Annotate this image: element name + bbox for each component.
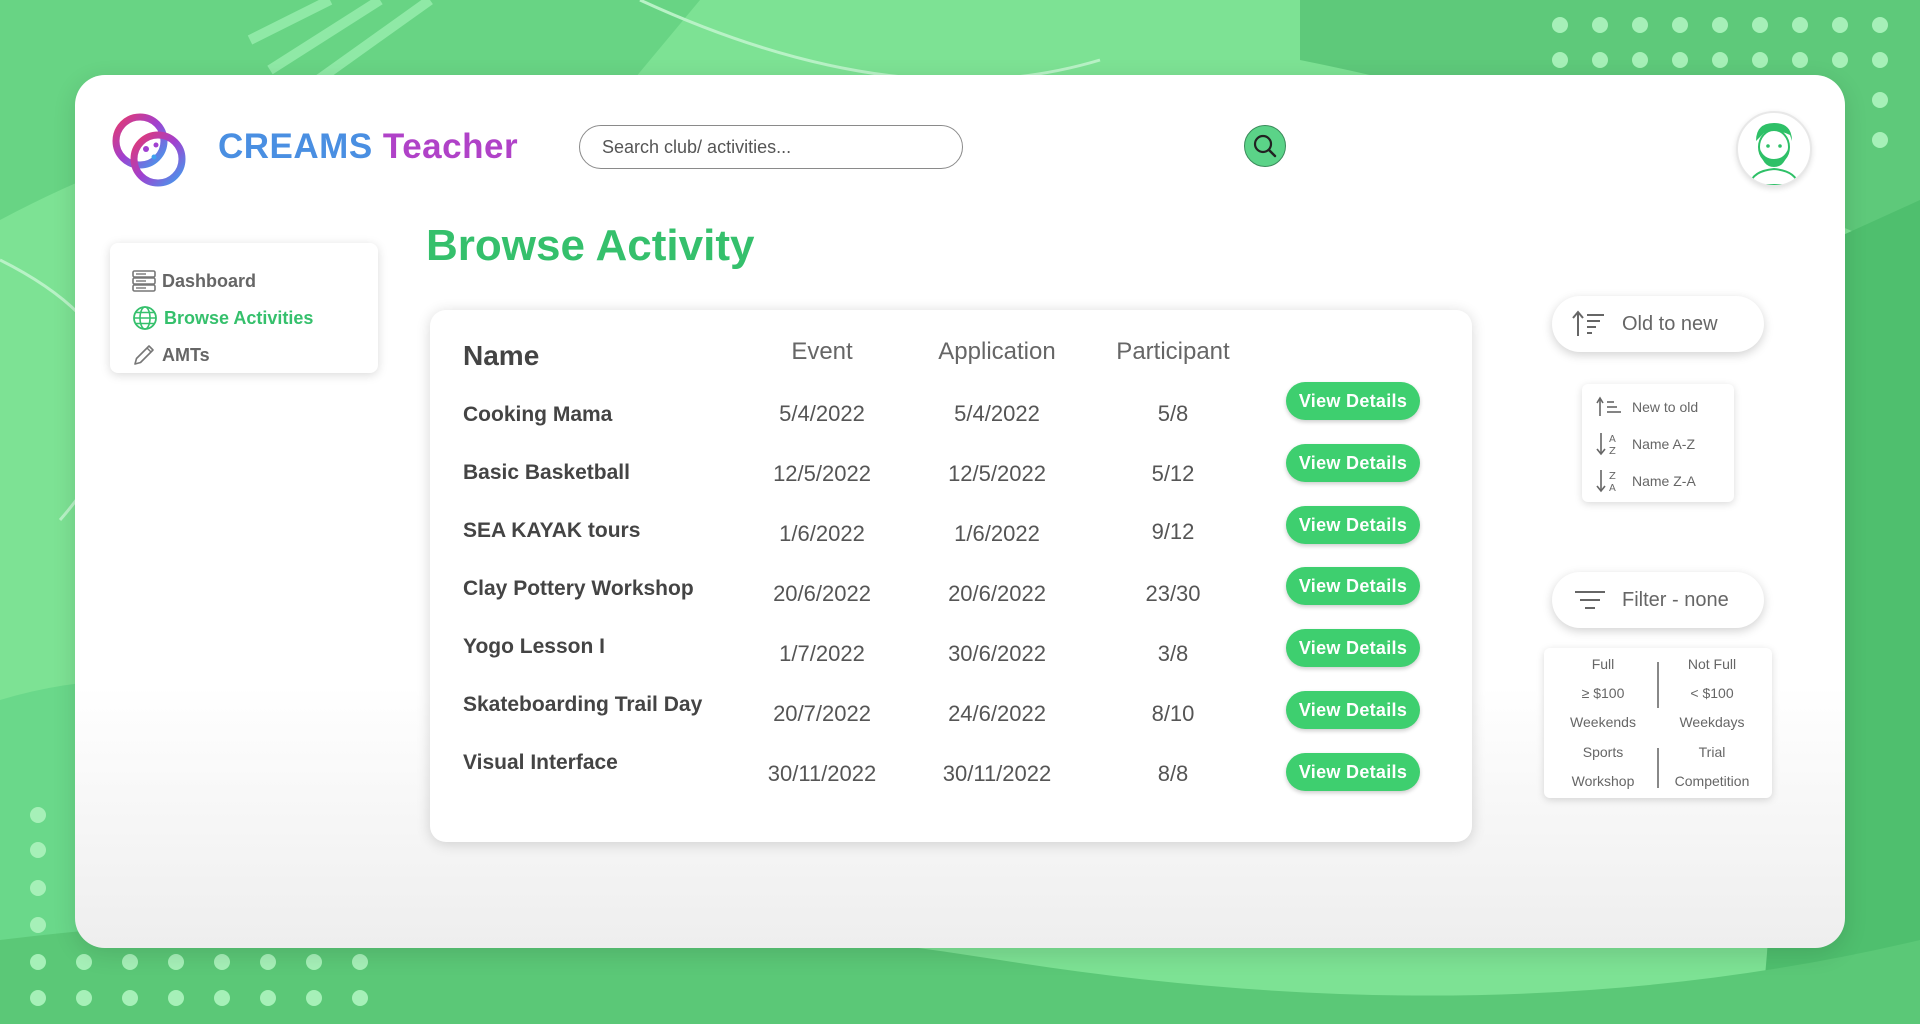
server-icon [132,270,156,292]
event-date: 5/4/2022 [779,401,865,426]
application-date: 24/6/2022 [948,701,1046,726]
filter-option-competition[interactable]: Competition [1675,773,1750,789]
activity-name: Clay Pottery Workshop [463,577,694,600]
filter-option-over-100[interactable]: ≥ $100 [1582,685,1625,701]
application-date: 1/6/2022 [954,521,1040,546]
sidebar-item-label: AMTs [162,344,210,365]
globe-icon [133,306,157,330]
brand-role: Teacher [382,127,519,166]
main-card: CREAMS Teacher Dashbo [75,75,1845,948]
search-button[interactable] [1244,125,1286,167]
activity-name: Yogo Lesson I [463,635,605,658]
search-icon [1253,134,1277,158]
filter-option-trial[interactable]: Trial [1699,744,1726,760]
sidebar-item-label: Dashboard [162,270,257,291]
brand-name: CREAMS [218,127,373,166]
filter-icon [1575,591,1605,609]
pencil-icon [134,345,154,365]
sort-current-label: Old to new [1622,312,1718,335]
sort-option-name-z-a[interactable]: Z A Name Z-A [1596,466,1696,496]
participant-count: 9/12 [1151,519,1195,544]
filter-current-label: Filter - none [1622,588,1729,611]
participant-count: 5/12 [1151,461,1195,486]
activity-name: SEA KAYAK tours [463,519,641,542]
view-details-button[interactable]: View Details [1286,691,1420,729]
application-date: 5/4/2022 [954,401,1040,426]
participant-count: 23/30 [1145,581,1201,606]
filter-option-weekends[interactable]: Weekends [1570,714,1636,730]
avatar[interactable] [1736,111,1812,187]
sort-alpha-desc-icon: Z A [1596,470,1616,494]
filter-option-workshop[interactable]: Workshop [1572,773,1635,789]
application-date: 12/5/2022 [948,461,1046,486]
sort-dropdown[interactable]: Old to new [1552,296,1764,352]
user-avatar-icon [1748,123,1800,185]
view-details-button[interactable]: View Details [1286,506,1420,544]
filter-option-sports[interactable]: Sports [1583,744,1623,760]
view-details-button[interactable]: View Details [1286,753,1420,791]
sidebar-item-dashboard[interactable]: Dashboard [132,267,256,295]
svg-text:Z: Z [1609,471,1616,482]
activity-name: Basic Basketball [463,461,630,484]
event-date: 12/5/2022 [773,461,871,486]
view-details-button[interactable]: View Details [1286,382,1420,420]
event-date: 1/6/2022 [779,521,865,546]
page-title: Browse Activity [426,221,755,270]
svg-text:Z: Z [1609,446,1616,457]
event-date: 20/6/2022 [773,581,871,606]
column-header-participant: Participant [1116,338,1230,365]
sidebar: Dashboard Browse Activities AMTs [110,243,378,373]
participant-count: 8/8 [1157,761,1189,786]
participant-count: 3/8 [1157,641,1189,666]
sort-option-label: Name Z-A [1632,473,1696,489]
filter-option-not-full[interactable]: Not Full [1688,656,1736,672]
view-details-button[interactable]: View Details [1286,567,1420,605]
event-date: 30/11/2022 [767,761,877,786]
activity-name: Visual Interface [463,751,618,774]
app-brand: CREAMS Teacher [218,127,518,167]
sidebar-item-label: Browse Activities [164,307,314,328]
filter-option-under-100[interactable]: < $100 [1690,685,1733,701]
sort-option-new-to-old[interactable]: New to old [1596,392,1698,422]
sort-alpha-asc-icon: A Z [1596,433,1616,457]
activity-name: Skateboarding Trail Day [463,693,703,716]
column-header-application: Application [938,338,1056,365]
divider [1657,748,1659,788]
divider [1657,662,1659,708]
participant-count: 8/10 [1151,701,1195,726]
sort-menu: New to old A Z Name A-Z Z A Name Z-A [1582,384,1734,502]
svg-text:A: A [1609,483,1616,494]
sort-option-name-a-z[interactable]: A Z Name A-Z [1596,429,1695,459]
application-date: 20/6/2022 [948,581,1046,606]
sort-ascending-icon [1572,310,1604,336]
participant-count: 5/8 [1157,401,1189,426]
creams-logo-icon [112,113,186,187]
column-header-name: Name [463,340,540,371]
event-date: 20/7/2022 [773,701,871,726]
view-details-button[interactable]: View Details [1286,629,1420,667]
sort-option-label: New to old [1632,399,1699,415]
filter-option-weekdays[interactable]: Weekdays [1679,714,1744,730]
activity-table: Name Event Application Participant Cooki… [430,310,1472,842]
activity-name: Cooking Mama [463,403,613,426]
event-date: 1/7/2022 [779,641,865,666]
sort-descending-icon [1596,396,1621,416]
sidebar-item-amts[interactable]: AMTs [132,341,210,369]
search-input[interactable] [579,125,963,169]
application-date: 30/6/2022 [948,641,1046,666]
svg-text:A: A [1609,434,1616,445]
filter-menu: Full ≥ $100 Weekends Sports Workshop Not… [1544,648,1772,798]
view-details-button[interactable]: View Details [1286,444,1420,482]
sort-option-label: Name A-Z [1632,436,1696,452]
filter-option-full[interactable]: Full [1592,656,1615,672]
filter-dropdown[interactable]: Filter - none [1552,572,1764,628]
application-date: 30/11/2022 [942,761,1052,786]
sidebar-item-browse-activities[interactable]: Browse Activities [132,304,313,332]
column-header-event: Event [791,338,853,365]
